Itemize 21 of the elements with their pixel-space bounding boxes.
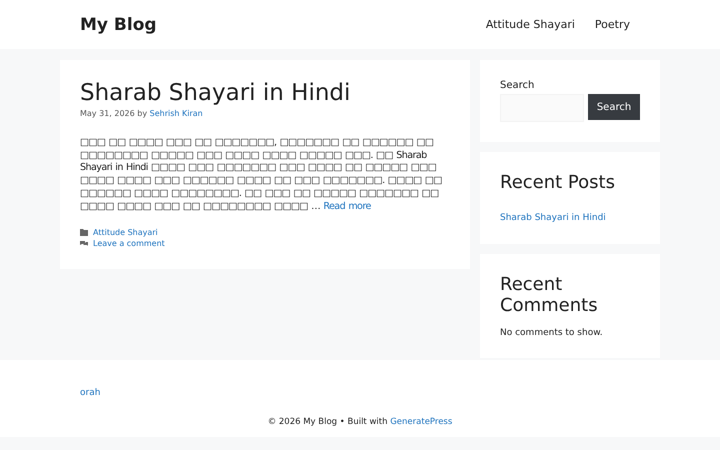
read-more-link[interactable]: Read more xyxy=(323,200,371,212)
comment-link[interactable]: Leave a comment xyxy=(93,239,165,248)
widget-title: Recent Posts xyxy=(500,172,616,193)
search-button[interactable]: Search xyxy=(588,94,640,120)
footer-widget-link[interactable]: orah xyxy=(80,388,100,398)
author-link[interactable]: Sehrish Kiran xyxy=(150,109,203,118)
nav-link[interactable]: Attitude Shayari xyxy=(486,18,575,31)
byline: by xyxy=(137,109,148,118)
post-title: Sharab Shayari in Hindi xyxy=(80,80,352,106)
nav-link[interactable]: Poetry xyxy=(594,18,630,31)
category-link[interactable]: Attitude Shayari xyxy=(93,228,158,238)
recent-post-link[interactable]: Sharab Shayari in Hindi xyxy=(500,213,606,223)
post-date: May 31, 2026 xyxy=(80,109,135,118)
post-excerpt: □□□ □□ □□□□ □□□ □□ □□□□□□□, □□□□□□□ □□ □□□□□□ □□ □□□□□□□□ □□□□□ □□□ □□□□ □□□□ □□□□□ □□□. □□ Sharab Shayari in Hindi □□□□ □□□ □□□□□□□ □□□ □□□□ □□ □□□□□ □□□ □□□□ □□□□ □□□ □□□□□□ □□□□ □□ □□□ □□□□□□□. □□□□ □□ □□□□□□ □□□□ □□□□□□□□. □□ □□□ □□ □□□□□ □□□□□□□ □□ □□□□ □□□□ □□□ □□ □□□□□□□□ □□□□ … Read more xyxy=(80,137,443,214)
folder-icon xyxy=(80,229,88,236)
no-comments-text: No comments to show. xyxy=(500,328,604,338)
search-label: Search xyxy=(500,80,536,91)
theme-link[interactable]: GeneratePress xyxy=(390,417,452,427)
copyright-text: © 2026 My Blog • Built with xyxy=(268,417,388,427)
widget-title: Recent Comments xyxy=(500,274,599,316)
site-title[interactable]: My Blog xyxy=(80,14,157,34)
